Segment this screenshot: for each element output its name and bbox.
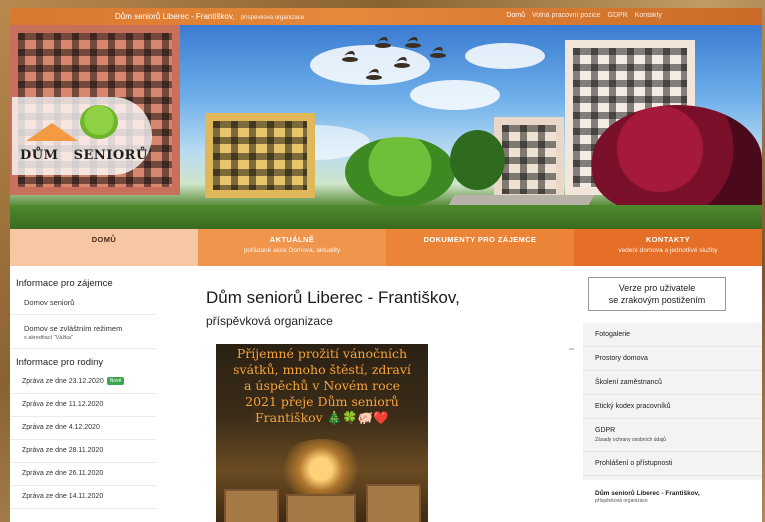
news-item-label: Zpráva ze dne 14.11.2020 bbox=[22, 493, 104, 500]
nav-item-documents[interactable]: DOKUMENTY PRO ZÁJEMCE bbox=[386, 229, 574, 266]
sidebar-item-special-regime[interactable]: Domov se zvláštním režimem s akreditací … bbox=[10, 315, 156, 349]
tree-center bbox=[345, 137, 455, 207]
link-accessibility-statement[interactable]: Prohlášení o přístupnosti bbox=[583, 452, 762, 476]
crate bbox=[366, 484, 421, 522]
crate bbox=[224, 489, 279, 522]
logo-tree-icon bbox=[80, 105, 118, 139]
org-info: Dům seniorů Liberec - Františkov, příspě… bbox=[595, 490, 762, 504]
goose-icon bbox=[430, 53, 446, 58]
sidebar-item-label: Domov seniorů bbox=[24, 298, 75, 307]
hero-banner: DŮM SENIORŮ bbox=[10, 25, 762, 237]
greeting-line: Františkov 🎄🍀🐖❤️ bbox=[255, 410, 389, 425]
nav-item-label: DOKUMENTY PRO ZÁJEMCE bbox=[423, 235, 537, 244]
news-item[interactable]: Zpráva ze dne 28.11.2020 bbox=[10, 440, 156, 463]
nav-item-home[interactable]: DOMŮ bbox=[10, 229, 198, 266]
link-label: GDPR bbox=[595, 427, 616, 434]
goose-icon bbox=[375, 43, 391, 48]
main-content: Dům seniorů Liberec - Františkov, příspě… bbox=[206, 266, 576, 522]
news-item-label: Zpráva ze dne 4.12.2020 bbox=[22, 424, 100, 431]
nav-item-label: KONTAKTY bbox=[645, 235, 691, 244]
news-item-label: Zpráva ze dne 23.12.2020 bbox=[22, 378, 104, 385]
new-badge: Nové bbox=[106, 377, 125, 385]
site-title[interactable]: Dům seniorů Liberec - Františkov, příspě… bbox=[115, 12, 304, 21]
building-middle bbox=[205, 113, 315, 198]
goose-icon bbox=[342, 57, 358, 62]
accessibility-button-line: se zrakovým postižením bbox=[608, 295, 706, 305]
goose-icon bbox=[366, 75, 382, 80]
link-label: Školení zaměstnanců bbox=[595, 379, 662, 386]
logo[interactable]: DŮM SENIORŮ bbox=[20, 148, 148, 163]
section-title-applicants: Informace pro zájemce bbox=[16, 278, 113, 289]
goose-icon bbox=[405, 43, 421, 48]
tree-dark bbox=[450, 130, 505, 190]
christmas-greeting-image: Příjemné prožití vánočních svátků, mnoho… bbox=[216, 344, 428, 522]
site-title-text: Dům seniorů Liberec - Františkov, bbox=[115, 12, 235, 21]
org-name: Dům seniorů Liberec - Františkov, bbox=[595, 490, 700, 497]
news-item-label: Zpráva ze dne 26.11.2020 bbox=[22, 470, 104, 477]
top-nav: Domů Volná pracovní pozice GDPR Kontakty bbox=[506, 12, 662, 19]
link-label: Prohlášení o přístupnosti bbox=[595, 460, 673, 467]
tree-red bbox=[592, 105, 762, 215]
top-nav-home[interactable]: Domů bbox=[506, 12, 525, 19]
org-type: příspěvková organizace bbox=[595, 498, 648, 504]
greeting-line: 2021 přeje Dům seniorů bbox=[245, 394, 399, 409]
slider-indicator[interactable] bbox=[569, 348, 574, 350]
greeting-line: Příjemné prožití vánočních bbox=[236, 346, 408, 361]
news-item-label: Zpráva ze dne 11.12.2020 bbox=[22, 401, 104, 408]
link-sub: Zásady ochrany osobních údajů bbox=[595, 437, 666, 443]
nav-item-news[interactable]: AKTUÁLNĚ pořádané akce Domova, aktuality bbox=[198, 229, 386, 266]
greeting-line: svátků, mnoho štěstí, zdraví bbox=[233, 362, 411, 377]
news-item[interactable]: Zpráva ze dne 23.12.2020 Nové bbox=[10, 368, 156, 394]
greeting-text: Příjemné prožití vánočních svátků, mnoho… bbox=[216, 346, 428, 426]
nav-item-label: AKTUÁLNĚ bbox=[269, 235, 315, 244]
link-gallery[interactable]: Fotogalerie bbox=[583, 323, 762, 347]
link-label: Etický kodex pracovníků bbox=[595, 403, 671, 410]
greeting-line: a úspěchů v Novém roce bbox=[243, 378, 401, 393]
lantern-glow bbox=[276, 439, 366, 499]
section-title-families: Informace pro rodiny bbox=[16, 357, 104, 368]
accessibility-version-button[interactable]: Verze pro uživatele se zrakovým postižen… bbox=[588, 277, 726, 311]
news-item[interactable]: Zpráva ze dne 14.11.2020 bbox=[10, 486, 156, 509]
link-premises[interactable]: Prostory domova bbox=[583, 347, 762, 371]
crate bbox=[286, 494, 356, 522]
nav-item-label: DOMŮ bbox=[91, 235, 117, 244]
top-nav-contacts[interactable]: Kontakty bbox=[635, 12, 662, 19]
news-item-label: Zpráva ze dne 28.11.2020 bbox=[22, 447, 104, 454]
top-nav-gdpr[interactable]: GDPR bbox=[608, 12, 628, 19]
cloud bbox=[410, 80, 500, 110]
news-item[interactable]: Zpráva ze dne 4.12.2020 bbox=[10, 417, 156, 440]
top-nav-jobs[interactable]: Volná pracovní pozice bbox=[532, 12, 601, 19]
sidebar-item-sub: s akreditací "Vážka" bbox=[24, 335, 73, 341]
right-link-list: Fotogalerie Prostory domova Školení zamě… bbox=[583, 323, 762, 480]
news-item[interactable]: Zpráva ze dne 26.11.2020 bbox=[10, 463, 156, 486]
top-bar: Dům seniorů Liberec - Františkov, příspě… bbox=[10, 8, 762, 25]
news-item[interactable]: Zpráva ze dne 11.12.2020 bbox=[10, 394, 156, 417]
sidebar-item-nursing-home[interactable]: Domov seniorů bbox=[10, 289, 156, 315]
link-label: Prostory domova bbox=[595, 355, 648, 362]
page: Dům seniorů Liberec - Františkov, příspě… bbox=[10, 8, 762, 522]
cloud bbox=[465, 43, 545, 69]
site-subtitle-text: příspěvková organizace bbox=[240, 15, 305, 21]
goose-icon bbox=[394, 63, 410, 68]
logo-roof-icon bbox=[26, 123, 78, 141]
accessibility-button-line: Verze pro uživatele bbox=[618, 283, 696, 293]
page-title: Dům seniorů Liberec - Františkov, bbox=[206, 288, 460, 307]
main-nav: DOMŮ AKTUÁLNĚ pořádané akce Domova, aktu… bbox=[10, 229, 762, 266]
link-gdpr[interactable]: GDPR Zásady ochrany osobních údajů bbox=[583, 419, 762, 452]
link-ethics-code[interactable]: Etický kodex pracovníků bbox=[583, 395, 762, 419]
sidebar-item-label: Domov se zvláštním režimem bbox=[24, 324, 123, 333]
nav-item-sub: pořádané akce Domova, aktuality bbox=[243, 247, 341, 254]
link-label: Fotogalerie bbox=[595, 331, 631, 338]
nav-item-sub: vedení domova a jednotlivé služby bbox=[618, 247, 718, 254]
nav-item-contacts[interactable]: KONTAKTY vedení domova a jednotlivé služ… bbox=[574, 229, 762, 266]
link-staff-training[interactable]: Školení zaměstnanců bbox=[583, 371, 762, 395]
left-sidebar: Informace pro zájemce Domov seniorů Domo… bbox=[10, 266, 178, 522]
page-subtitle: příspěvková organizace bbox=[206, 314, 333, 328]
right-sidebar: Verze pro uživatele se zrakovým postižen… bbox=[583, 266, 762, 522]
